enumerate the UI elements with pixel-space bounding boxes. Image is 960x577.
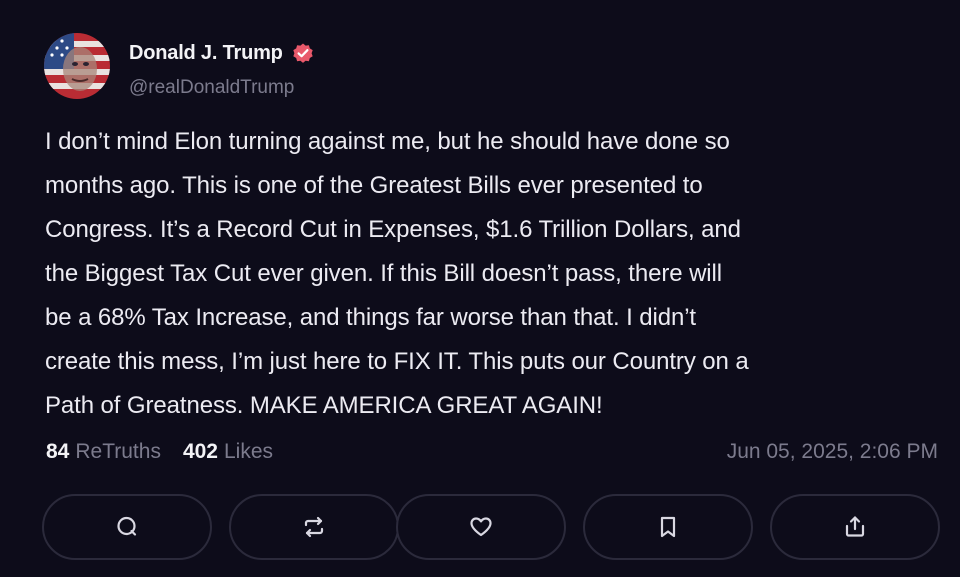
post-body-line: be a 68% Tax Increase, and things far wo… bbox=[45, 304, 696, 331]
share-icon bbox=[845, 516, 865, 537]
verified-badge-icon bbox=[291, 41, 315, 65]
post-body: I don’t mind Elon turning against me, bu… bbox=[45, 120, 935, 428]
like-icon bbox=[470, 517, 492, 537]
reply-button[interactable] bbox=[42, 494, 212, 560]
post-body-line: months ago. This is one of the Greatest … bbox=[45, 172, 703, 199]
post-body-line: I don’t mind Elon turning against me, bu… bbox=[45, 128, 730, 155]
likes-label[interactable]: Likes bbox=[224, 440, 273, 464]
bookmark-button[interactable] bbox=[583, 494, 753, 560]
likes-count[interactable]: 402 bbox=[183, 440, 218, 464]
retruths-label[interactable]: ReTruths bbox=[75, 440, 161, 464]
action-bar bbox=[42, 494, 944, 562]
retruth-button[interactable] bbox=[229, 494, 399, 560]
post-body-line: Path of Greatness. MAKE AMERICA GREAT AG… bbox=[45, 392, 603, 419]
avatar-image bbox=[44, 33, 110, 99]
post-body-line: create this mess, I’m just here to FIX I… bbox=[45, 348, 749, 375]
post-body-line: Congress. It’s a Record Cut in Expenses,… bbox=[45, 216, 741, 243]
retruth-icon bbox=[304, 516, 324, 538]
post-stats: 84 ReTruths 402 Likes bbox=[46, 438, 295, 466]
post-timestamp[interactable]: Jun 05, 2025, 2:06 PM bbox=[727, 440, 938, 464]
author-handle[interactable]: @realDonaldTrump bbox=[129, 77, 294, 99]
author-name[interactable]: Donald J. Trump bbox=[129, 42, 283, 65]
share-button[interactable] bbox=[770, 494, 940, 560]
avatar[interactable] bbox=[44, 33, 110, 99]
reply-icon bbox=[117, 516, 137, 536]
post-body-line: the Biggest Tax Cut ever given. If this … bbox=[45, 260, 722, 287]
retruths-count[interactable]: 84 bbox=[46, 440, 69, 464]
author-name-row: Donald J. Trump bbox=[129, 40, 315, 66]
like-button[interactable] bbox=[396, 494, 566, 560]
bookmark-icon bbox=[660, 516, 676, 538]
post-card: Donald J. Trump @realDonaldTrump I don’t… bbox=[0, 0, 960, 577]
